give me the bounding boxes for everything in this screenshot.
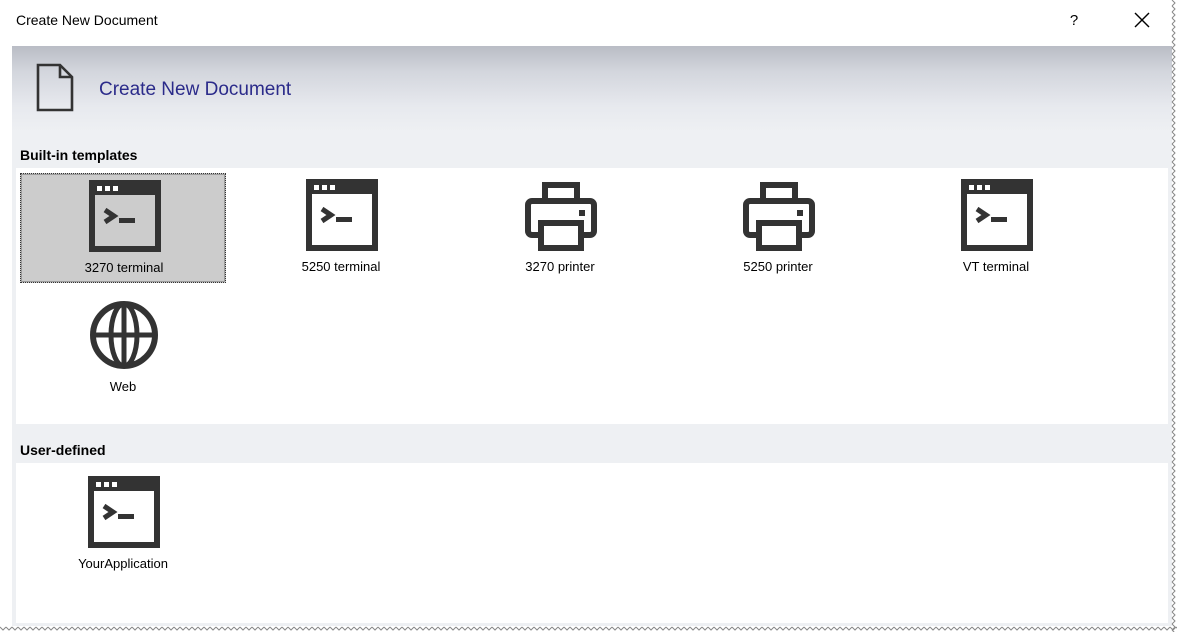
globe-icon: [90, 301, 158, 369]
terminal-icon: [306, 179, 378, 251]
torn-edge-right: [1170, 0, 1177, 632]
template-label: 3270 terminal: [84, 260, 164, 275]
builtin-templates-panel: 3270 terminal 5250 terminal 3270 printer…: [16, 168, 1168, 424]
template-label: 5250 terminal: [301, 259, 381, 274]
printer-icon: [743, 182, 815, 251]
template-label: 5250 printer: [743, 259, 813, 274]
template-label: VT terminal: [962, 259, 1030, 274]
template-vt-terminal[interactable]: VT terminal: [893, 173, 1099, 283]
template-5250-printer[interactable]: 5250 printer: [675, 173, 881, 283]
user-defined-panel: YourApplication: [16, 463, 1168, 623]
header-title: Create New Document: [99, 79, 292, 100]
document-icon: [36, 63, 74, 112]
template-label: YourApplication: [78, 556, 168, 571]
close-icon: [1134, 12, 1150, 28]
builtin-templates-heading: Built-in templates: [20, 147, 138, 163]
torn-edge-bottom: [0, 625, 1177, 632]
user-defined-heading: User-defined: [20, 442, 106, 458]
template-yourapplication[interactable]: YourApplication: [20, 470, 226, 580]
terminal-icon: [88, 476, 160, 548]
terminal-icon: [961, 179, 1033, 251]
content-area: Built-in templates 3270 terminal 5250 te…: [12, 132, 1172, 626]
template-5250-terminal[interactable]: 5250 terminal: [238, 173, 444, 283]
header-banner: Create New Document: [12, 46, 1172, 132]
printer-icon: [525, 182, 597, 251]
window-title: Create New Document: [16, 12, 158, 28]
close-button[interactable]: [1130, 8, 1154, 32]
help-button[interactable]: ?: [1062, 9, 1086, 33]
title-bar: Create New Document ?: [0, 0, 1172, 42]
terminal-icon: [89, 180, 161, 252]
create-new-document-dialog: Create New Document ? Create New Documen…: [0, 0, 1172, 628]
template-label: Web: [109, 379, 137, 394]
template-3270-printer[interactable]: 3270 printer: [457, 173, 663, 283]
template-label: 3270 printer: [525, 259, 595, 274]
template-web[interactable]: Web: [20, 293, 226, 403]
template-3270-terminal[interactable]: 3270 terminal: [20, 173, 226, 283]
